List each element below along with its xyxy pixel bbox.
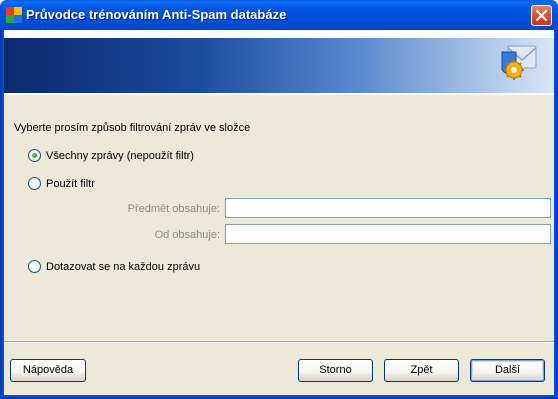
- header-banner: [4, 38, 554, 93]
- radio-use-filter[interactable]: Použít filtr: [28, 177, 95, 190]
- close-icon: [536, 10, 547, 21]
- radio-button[interactable]: [28, 260, 41, 273]
- radio-button[interactable]: [28, 177, 41, 190]
- next-button[interactable]: Další: [470, 359, 545, 382]
- dialog-client-area: Vyberte prosím způsob filtrování zpráv v…: [4, 30, 554, 395]
- window-border-right: [554, 30, 558, 399]
- back-button[interactable]: Zpět: [384, 359, 459, 382]
- cancel-button[interactable]: Storno: [298, 359, 373, 382]
- title-bar[interactable]: Průvodce trénováním Anti-Spam databáze: [0, 0, 558, 30]
- radio-ask-each-message[interactable]: Dotazovat se na každou zprávu: [28, 260, 200, 273]
- mail-gear-shield-icon: [501, 45, 537, 80]
- radio-label[interactable]: Použít filtr: [46, 178, 95, 190]
- from-contains-label: Od obsahuje:: [154, 229, 220, 241]
- banner-separator: [4, 93, 554, 95]
- banner-top-strip: [4, 30, 554, 38]
- filter-prompt: Vyberte prosím způsob filtrování zpráv v…: [14, 122, 251, 134]
- close-button[interactable]: [531, 5, 552, 26]
- dialog-window: Průvodce trénováním Anti-Spam databáze V…: [0, 0, 558, 399]
- radio-button-checked[interactable]: [28, 149, 41, 162]
- from-contains-input[interactable]: [225, 224, 551, 244]
- avg-logo-icon: [6, 7, 22, 23]
- window-border-bottom: [0, 395, 558, 399]
- subject-contains-label: Předmět obsahuje:: [127, 203, 220, 215]
- radio-label[interactable]: Dotazovat se na každou zprávu: [46, 261, 200, 273]
- radio-label[interactable]: Všechny zprávy (nepoužít filtr): [46, 150, 194, 162]
- help-button[interactable]: Nápověda: [10, 359, 86, 382]
- window-title: Průvodce trénováním Anti-Spam databáze: [26, 7, 287, 22]
- radio-all-messages[interactable]: Všechny zprávy (nepoužít filtr): [28, 149, 194, 162]
- footer-divider: [4, 341, 554, 343]
- subject-contains-input[interactable]: [225, 198, 551, 218]
